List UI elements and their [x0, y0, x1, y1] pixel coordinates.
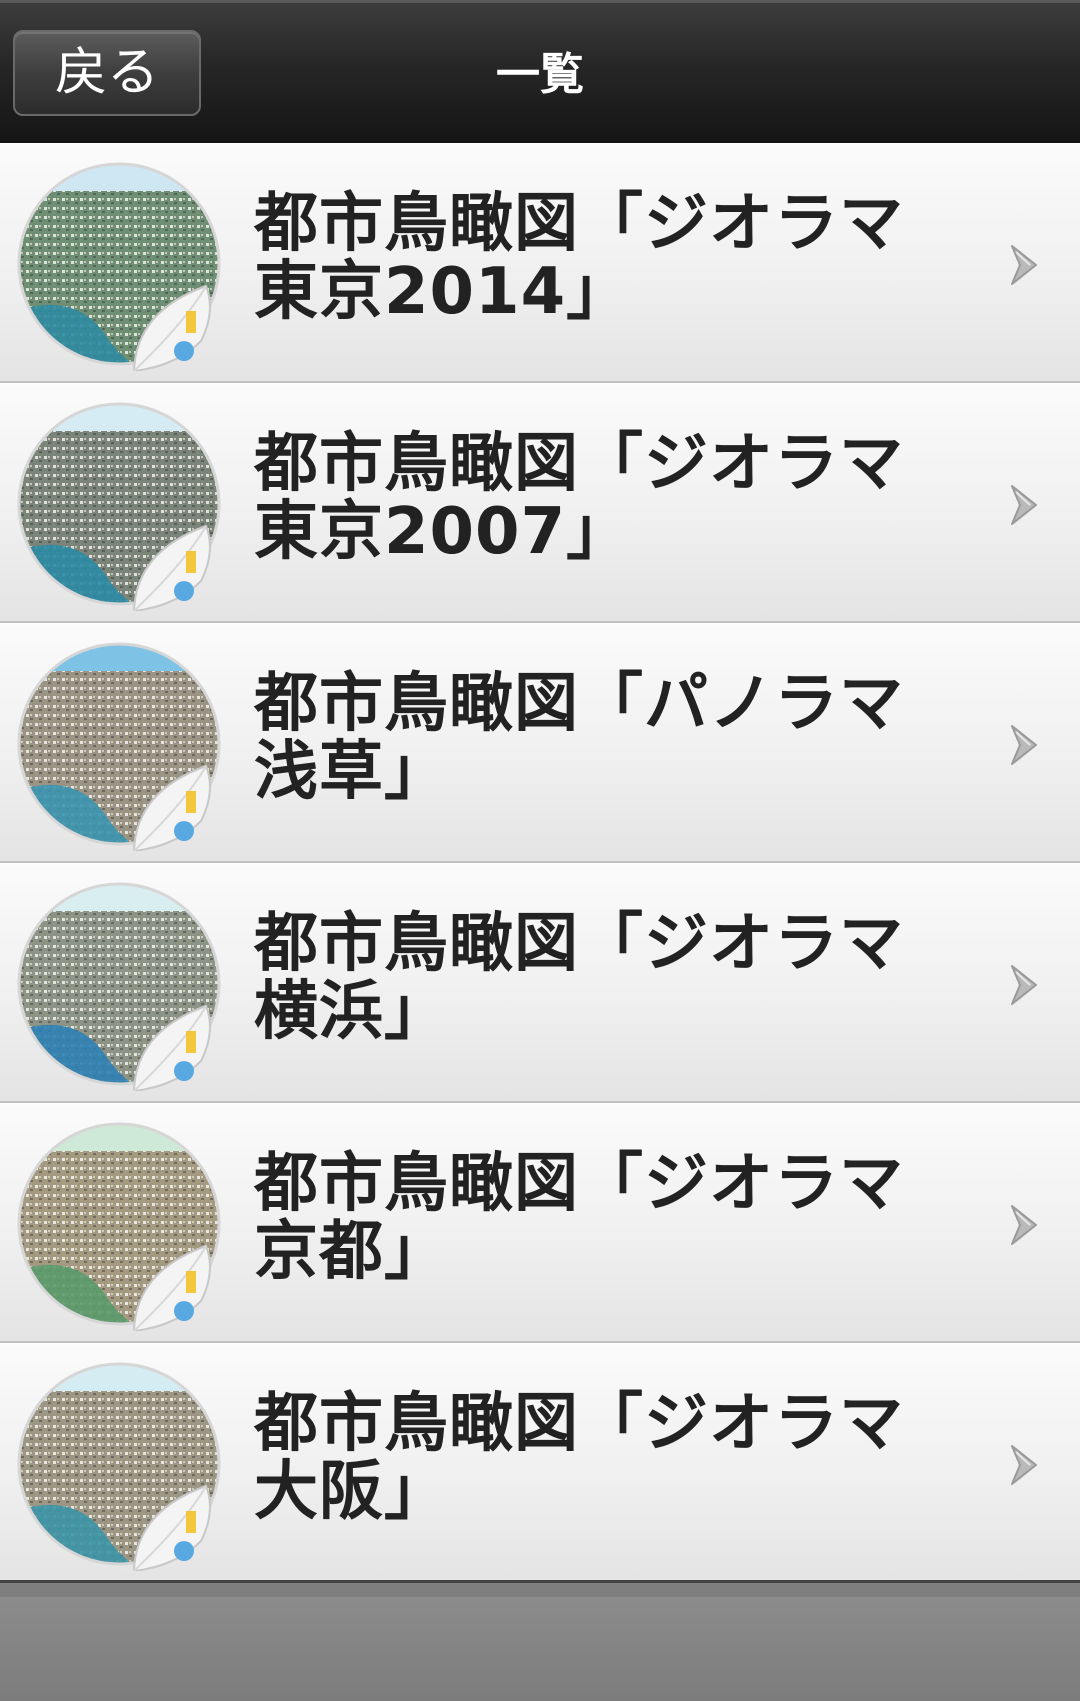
map-thumbnail	[16, 1361, 226, 1571]
empty-background	[0, 1597, 1080, 1701]
map-thumbnail	[16, 1121, 226, 1331]
list-item[interactable]: 都市鳥瞰図「ジオラマ大阪」	[0, 1343, 1080, 1583]
list-item-label: 都市鳥瞰図「パノラマ浅草」	[254, 667, 904, 809]
list-item[interactable]: 都市鳥瞰図「ジオラマ東京2014」	[0, 143, 1080, 383]
chevron-right-icon	[1006, 482, 1046, 528]
map-thumbnail	[16, 641, 226, 851]
screen: 戻る 一覧 都市鳥瞰図「ジオラマ東京2014」 都市鳥瞰図「ジオラマ東京2007」…	[0, 0, 1080, 1701]
list-item-label: 都市鳥瞰図「ジオラマ横浜」	[254, 907, 904, 1049]
map-list: 都市鳥瞰図「ジオラマ東京2014」 都市鳥瞰図「ジオラマ東京2007」 都市鳥瞰図「…	[0, 143, 1080, 1583]
chevron-right-icon	[1006, 1442, 1046, 1488]
list-item[interactable]: 都市鳥瞰図「ジオラマ京都」	[0, 1103, 1080, 1343]
map-thumbnail	[16, 881, 226, 1091]
map-thumbnail	[16, 401, 226, 611]
chevron-right-icon	[1006, 1202, 1046, 1248]
list-item-label: 都市鳥瞰図「ジオラマ京都」	[254, 1147, 904, 1289]
nav-bar: 戻る 一覧	[0, 0, 1080, 143]
list-item-label: 都市鳥瞰図「ジオラマ大阪」	[254, 1387, 904, 1529]
chevron-right-icon	[1006, 242, 1046, 288]
back-button[interactable]: 戻る	[13, 30, 201, 116]
list-item[interactable]: 都市鳥瞰図「ジオラマ東京2007」	[0, 383, 1080, 623]
map-thumbnail	[16, 161, 226, 371]
chevron-right-icon	[1006, 962, 1046, 1008]
list-item-label: 都市鳥瞰図「ジオラマ東京2014」	[254, 187, 904, 329]
list-item[interactable]: 都市鳥瞰図「ジオラマ横浜」	[0, 863, 1080, 1103]
list-item[interactable]: 都市鳥瞰図「パノラマ浅草」	[0, 623, 1080, 863]
chevron-right-icon	[1006, 722, 1046, 768]
list-item-label: 都市鳥瞰図「ジオラマ東京2007」	[254, 427, 904, 569]
